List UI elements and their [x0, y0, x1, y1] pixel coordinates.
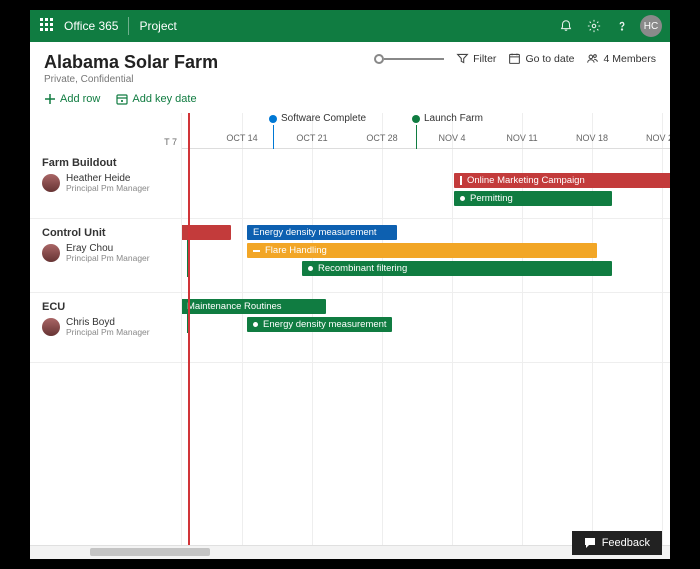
group: Farm BuildoutHeather HeidePrincipal Pm M… — [30, 149, 181, 219]
date-label: OCT 21 — [296, 133, 327, 143]
dot-icon — [308, 266, 313, 271]
person[interactable]: Chris BoydPrincipal Pm Manager — [30, 317, 181, 347]
task-bar[interactable]: Permitting — [454, 191, 612, 206]
feedback-label: Feedback — [602, 537, 650, 549]
milestone-dot-icon — [412, 115, 420, 123]
group-name: ECU — [30, 293, 181, 317]
warning-icon — [460, 176, 462, 185]
help-icon[interactable] — [608, 19, 636, 33]
task-label: Maintenance Routines — [187, 301, 282, 312]
go-to-date-button[interactable]: Go to date — [508, 52, 574, 65]
milestone-connector — [416, 125, 417, 149]
dot-icon — [253, 322, 258, 327]
feedback-button[interactable]: Feedback — [572, 531, 662, 555]
timeline: T 7 Farm BuildoutHeather HeidePrincipal … — [30, 113, 670, 545]
members-button[interactable]: 4 Members — [586, 52, 656, 65]
app-frame: Office 365 Project HC Alabama Solar Farm… — [30, 10, 670, 559]
group-name: Farm Buildout — [30, 149, 181, 173]
task-bar[interactable]: Maintenance Routines — [182, 299, 326, 314]
person-avatar-icon — [42, 318, 60, 336]
milestone-label: Software Complete — [281, 113, 366, 124]
project-subtitle: Private, Confidential — [44, 74, 218, 85]
milestone-label: Launch Farm — [424, 113, 483, 124]
date-label: NOV 4 — [438, 133, 465, 143]
project-title: Alabama Solar Farm — [44, 52, 218, 73]
today-indicator — [188, 113, 190, 545]
milestone-connector — [273, 125, 274, 149]
date-label: NOV 11 — [506, 133, 537, 143]
add-row-label: Add row — [60, 93, 100, 105]
filter-button[interactable]: Filter — [456, 52, 496, 65]
header: Alabama Solar Farm Private, Confidential… — [30, 42, 670, 89]
date-label: NOV 25 — [646, 133, 670, 143]
task-bar[interactable]: Recombinant filtering — [302, 261, 612, 276]
group: Control UnitEray ChouPrincipal Pm Manage… — [30, 219, 181, 293]
task-label: Permitting — [470, 193, 513, 204]
person-role: Principal Pm Manager — [66, 254, 150, 263]
dash-icon — [253, 250, 260, 252]
task-label: Flare Handling — [265, 245, 327, 256]
task-bar[interactable]: Online Marketing Campaign — [454, 173, 670, 188]
notifications-icon[interactable] — [552, 19, 580, 33]
add-key-date-label: Add key date — [132, 93, 196, 105]
toolbar: Add row Add key date — [30, 89, 670, 113]
task-label: Online Marketing Campaign — [467, 175, 585, 186]
members-label: 4 Members — [603, 53, 656, 65]
group-name: Control Unit — [30, 219, 181, 243]
dates-row: OCT 14 OCT 21 OCT 28 NOV 4 NOV 11 NOV 18 NOV 2… — [182, 131, 670, 149]
task-bar[interactable]: Energy density measurement — [247, 317, 392, 332]
person-avatar-icon — [42, 174, 60, 192]
avatar-initials: HC — [644, 21, 658, 32]
task-label: Energy density measurement — [263, 319, 387, 330]
add-key-date-button[interactable]: Add key date — [116, 93, 196, 105]
milestone[interactable]: Launch Farm — [412, 113, 483, 124]
user-avatar[interactable]: HC — [640, 15, 662, 37]
lane: Online Marketing Campaign Permitting — [182, 149, 670, 219]
lane: Maintenance Routines Energy density measu… — [182, 293, 670, 363]
timeline-left-column: T 7 Farm BuildoutHeather HeidePrincipal … — [30, 113, 182, 545]
date-label: NOV 18 — [576, 133, 608, 143]
task-label: Energy density measurement — [253, 227, 377, 238]
task-bar[interactable]: Energy density measurement — [247, 225, 397, 240]
separator — [128, 17, 129, 35]
milestone[interactable]: Software Complete — [269, 113, 366, 124]
zoom-slider[interactable] — [374, 54, 444, 64]
person-role: Principal Pm Manager — [66, 184, 150, 193]
settings-icon[interactable] — [580, 19, 608, 33]
person[interactable]: Eray ChouPrincipal Pm Manager — [30, 243, 181, 273]
scrollbar-thumb[interactable] — [90, 548, 210, 556]
person-avatar-icon — [42, 244, 60, 262]
date-left-edge: T 7 — [164, 137, 177, 147]
go-to-date-label: Go to date — [525, 53, 574, 65]
brand-label[interactable]: Office 365 — [64, 19, 118, 33]
lane: Energy density measurement Flare Handling… — [182, 219, 670, 293]
add-row-button[interactable]: Add row — [44, 93, 100, 105]
filter-label: Filter — [473, 53, 496, 65]
date-label: OCT 28 — [366, 133, 397, 143]
app-launcher-icon[interactable] — [40, 18, 56, 34]
task-bar[interactable]: Flare Handling — [247, 243, 597, 258]
task-label: Recombinant filtering — [318, 263, 407, 274]
app-label[interactable]: Project — [139, 19, 176, 33]
dot-icon — [460, 196, 465, 201]
topbar: Office 365 Project HC — [30, 10, 670, 42]
person[interactable]: Heather HeidePrincipal Pm Manager — [30, 173, 181, 203]
timeline-right-column[interactable]: Software Complete Launch Farm OCT 14 OCT 2… — [182, 113, 670, 545]
milestones-row: Software Complete Launch Farm — [182, 113, 670, 129]
milestone-dot-icon — [269, 115, 277, 123]
group: ECUChris BoydPrincipal Pm Manager — [30, 293, 181, 363]
person-role: Principal Pm Manager — [66, 328, 150, 337]
date-label: OCT 14 — [226, 133, 257, 143]
